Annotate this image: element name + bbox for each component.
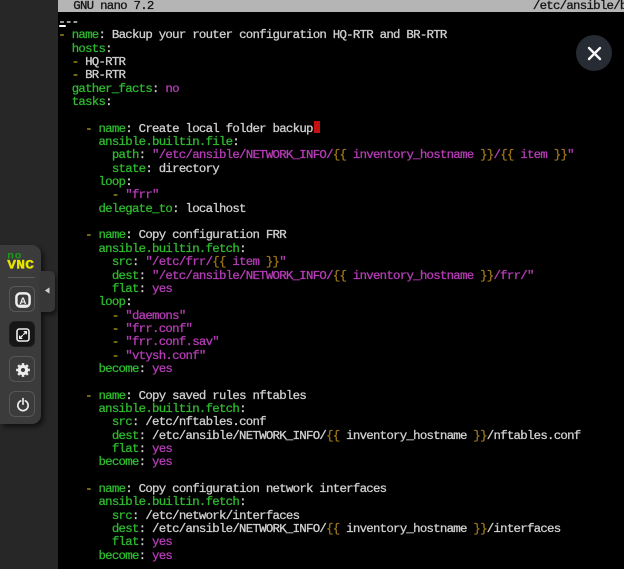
svg-text:A: A: [19, 296, 26, 307]
